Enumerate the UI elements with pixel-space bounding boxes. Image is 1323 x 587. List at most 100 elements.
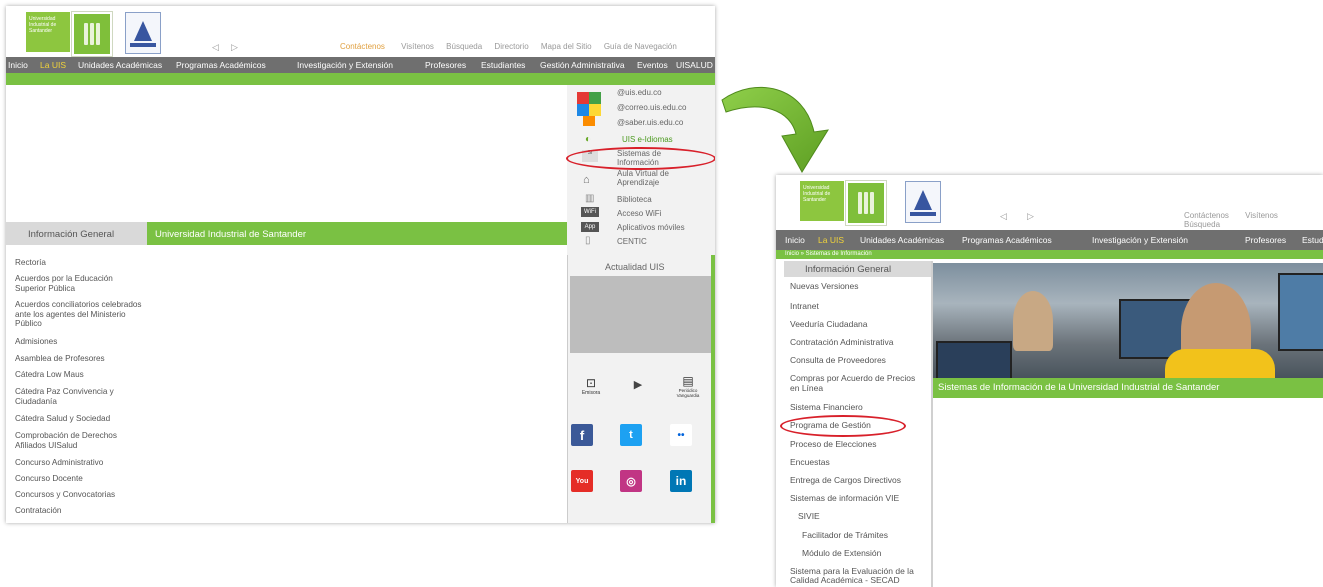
nav-unidades[interactable]: Unidades Académicas [78, 60, 162, 70]
green-divider-right [711, 255, 715, 523]
main-nav: Inicio La UIS Unidades Académicas Progra… [6, 57, 715, 73]
uis-logo[interactable] [71, 11, 113, 57]
side-item-catedra-low[interactable]: Cátedra Low Maus [15, 370, 143, 380]
side-item-intranet[interactable]: Intranet [790, 301, 819, 311]
side-item-compras[interactable]: Compras por Acuerdo de Precios en Línea [790, 373, 922, 393]
uis-logo-2[interactable] [845, 180, 887, 226]
right-link-aula[interactable]: Aula Virtual de Aprendizaje [617, 169, 697, 187]
right-link-correo[interactable]: @correo.uis.edu.co [617, 103, 687, 112]
eidiomas-icon: ◐ [585, 134, 592, 145]
nav-eventos[interactable]: Eventos [637, 60, 668, 70]
side-item-rectoria[interactable]: Rectoría [15, 258, 143, 268]
side-item-financiero[interactable]: Sistema Financiero [790, 402, 863, 412]
nav-programas-2[interactable]: Programas Académicos [962, 235, 1052, 245]
right-link-saber[interactable]: @saber.uis.edu.co [617, 118, 683, 127]
youtube-icon[interactable]: You [571, 470, 593, 492]
actualidad-title: Actualidad UIS [605, 262, 665, 272]
side-item-elecciones[interactable]: Proceso de Elecciones [790, 439, 876, 449]
top-link-contact-2[interactable]: Contáctenos [1184, 211, 1229, 220]
side-item-encuestas[interactable]: Encuestas [790, 457, 830, 467]
nav-inicio[interactable]: Inicio [8, 60, 28, 70]
side-item-nuevas-versiones[interactable]: Nuevas Versiones [790, 281, 859, 291]
nav-programas[interactable]: Programas Académicos [176, 60, 266, 70]
nav-la-uis-2[interactable]: La UIS [818, 235, 844, 245]
uis-logo-text[interactable]: Universidad Industrial de Santander [26, 12, 70, 52]
right-link-eidiomas[interactable]: UIS e-Idiomas [622, 135, 673, 144]
side-item-catedra-salud[interactable]: Cátedra Salud y Sociedad [15, 414, 143, 424]
nav-investigacion-2[interactable]: Investigación y Extensión [1092, 235, 1188, 245]
side-item-facilitador[interactable]: Facilitador de Trámites [802, 530, 888, 540]
next-arrow-icon[interactable]: ▷ [231, 42, 238, 53]
top-link-visit[interactable]: Visítenos [401, 42, 434, 51]
right-link-centic[interactable]: CENTIC [617, 237, 647, 246]
side-item-acuerdos-conciliatorios[interactable]: Acuerdos conciliatorios celebrados ante … [15, 300, 147, 329]
side-item-sivie[interactable]: SIVIE [798, 511, 820, 521]
top-links-2: Contáctenos Visítenos Búsqueda [1184, 211, 1323, 229]
linkedin-icon[interactable]: in [670, 470, 692, 492]
nav-inicio-2[interactable]: Inicio [785, 235, 805, 245]
nav-la-uis[interactable]: La UIS [40, 60, 66, 70]
side-item-modulo-extension[interactable]: Módulo de Extensión [802, 548, 881, 558]
side-item-sistemas-vie[interactable]: Sistemas de información VIE [790, 493, 899, 503]
side-item-secad[interactable]: Sistema para la Evaluación de la Calidad… [790, 567, 930, 585]
side-item-concurso-admin[interactable]: Concurso Administrativo [15, 458, 143, 468]
nav-investigacion[interactable]: Investigación y Extensión [297, 60, 393, 70]
facebook-icon[interactable]: f [571, 424, 593, 446]
radio-icon[interactable]: ⊡ Emisora [577, 371, 605, 401]
play-icon[interactable]: ▶ [628, 374, 648, 394]
side-title: Información General [28, 229, 115, 240]
right-screenshot: Universidad Industrial de Santander ◁ ▷ … [776, 175, 1323, 587]
side-item-catedra-paz[interactable]: Cátedra Paz Convivencia y Ciudadanía [15, 387, 143, 406]
right-link-uis-mail[interactable]: @uis.edu.co [617, 88, 662, 97]
aula-icon: ⌂ [583, 174, 590, 186]
nav-profesores-2[interactable]: Profesores [1245, 235, 1286, 245]
actualidad-image[interactable] [570, 276, 711, 353]
nav-estudia-2[interactable]: Estudia [1302, 235, 1323, 245]
side-item-contratacion[interactable]: Contratación [15, 506, 143, 516]
side-item-asamblea[interactable]: Asamblea de Profesores [15, 354, 143, 364]
highlight-programa-gestion [780, 415, 906, 437]
right-link-biblioteca[interactable]: Biblioteca [617, 195, 652, 204]
prev-arrow-icon[interactable]: ◁ [212, 42, 219, 53]
nav-profesores[interactable]: Profesores [425, 60, 466, 70]
top-link-directory[interactable]: Directorio [494, 42, 528, 51]
side-item-entrega-cargos[interactable]: Entrega de Cargos Directivos [790, 475, 901, 485]
twitter-icon[interactable]: t [620, 424, 642, 446]
wifi-icon: WiFi [581, 207, 599, 217]
side-item-veeduria[interactable]: Veeduría Ciudadana [790, 319, 868, 329]
top-link-search-2[interactable]: Búsqueda [1184, 220, 1220, 229]
top-link-sitemap[interactable]: Mapa del Sitio [541, 42, 592, 51]
side-item-proveedores[interactable]: Consulta de Proveedores [790, 355, 886, 365]
instagram-icon[interactable]: ◎ [620, 470, 642, 492]
main-title: Universidad Industrial de Santander [155, 229, 307, 240]
accreditation-seal [125, 12, 161, 54]
green-strip [6, 73, 715, 85]
side-item-acuerdos-educacion[interactable]: Acuerdos por la Educación Superior Públi… [15, 274, 143, 293]
top-link-contact[interactable]: Contáctenos [340, 42, 385, 51]
accreditation-seal-2 [905, 181, 941, 223]
apps-icon: App [581, 222, 599, 232]
side-item-admisiones[interactable]: Admisiones [15, 337, 143, 347]
top-link-guide[interactable]: Guía de Navegación [604, 42, 677, 51]
top-link-search[interactable]: Búsqueda [446, 42, 482, 51]
nav-gestion[interactable]: Gestión Administrativa [540, 60, 625, 70]
newspaper-icon[interactable]: ▤ Periódico Vanguardia [672, 371, 704, 401]
nav-estudiantes[interactable]: Estudiantes [481, 60, 525, 70]
next-arrow-icon-2[interactable]: ▷ [1027, 211, 1034, 222]
uis-logo-text-2[interactable]: Universidad Industrial de Santander [800, 181, 844, 221]
top-link-visit-2[interactable]: Visítenos [1245, 211, 1278, 220]
right-link-wifi[interactable]: Acceso WiFi [617, 209, 661, 218]
nav-uisalud[interactable]: UISALUD [676, 60, 713, 70]
side-item-contratacion-admin[interactable]: Contratación Administrativa [790, 337, 893, 347]
right-link-apps[interactable]: Aplicativos móviles [617, 223, 685, 232]
side-item-comprobacion[interactable]: Comprobación de Derechos Afiliados UISal… [15, 431, 143, 450]
flickr-icon[interactable]: •• [670, 424, 692, 446]
monitor-right [1278, 273, 1323, 351]
breadcrumb[interactable]: Inicio » Sistemas de Información [785, 250, 872, 259]
side-item-concurso-docente[interactable]: Concurso Docente [15, 474, 143, 484]
side-item-concursos[interactable]: Concursos y Convocatorias [15, 490, 143, 500]
prev-arrow-icon-2[interactable]: ◁ [1000, 211, 1007, 222]
side-title-2: Información General [805, 264, 892, 275]
cube-icon [575, 88, 605, 128]
nav-unidades-2[interactable]: Unidades Académicas [860, 235, 944, 245]
